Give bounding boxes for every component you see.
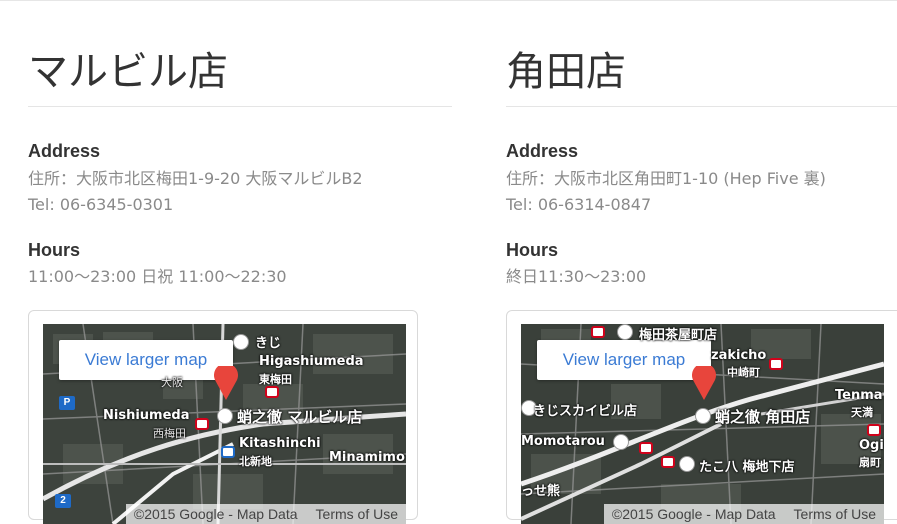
restaurant-icon [217, 408, 233, 424]
title-divider [28, 106, 452, 107]
map-place-label: Momotarou [521, 434, 605, 449]
store-title: 角田店 [506, 49, 626, 95]
map-attribution: ©2015 Google - Map Data Terms of Use [603, 504, 884, 524]
map-place-label: Kitashinchi [239, 436, 321, 451]
view-larger-map-link[interactable]: View larger map [537, 340, 711, 380]
view-larger-map-link[interactable]: View larger map [59, 340, 233, 380]
hours-text: 終日11:30〜23:00 [506, 267, 647, 286]
hours-text: 11:00〜23:00 日祝 11:00〜22:30 [28, 267, 287, 286]
address-text: 住所：大阪市北区角田町1-10 (Hep Five 裏) [506, 169, 826, 188]
map-place-label: 梅田茶屋町店 [639, 328, 718, 343]
map-place-label: 扇町 [859, 456, 881, 469]
restaurant-icon [679, 456, 695, 472]
subway-icon [221, 446, 235, 458]
restaurant-icon [613, 434, 629, 450]
map-place-label: 北新地 [239, 455, 272, 468]
map-place-label: Higashiumeda [259, 354, 364, 369]
map-place-label: 天満 [851, 406, 873, 419]
map-marker-label: 蛸之徹 マルビル店 [237, 408, 363, 426]
restaurant-icon [233, 334, 249, 350]
rail-station-icon [195, 418, 209, 430]
map-place-label: Ogi [859, 438, 884, 453]
address-text: 住所：大阪市北区梅田1-9-20 大阪マルビルB2 [28, 169, 363, 188]
tel-text: Tel: 06-6314-0847 [506, 195, 652, 214]
map-place-label: たこ八 梅地下店 [699, 460, 795, 475]
map-place-label: きじスカイビル店 [533, 404, 638, 419]
parking-icon: P [59, 396, 75, 410]
map-marker-label: 蛸之徹 角田店 [715, 408, 811, 426]
tel-text: Tel: 06-6345-0301 [28, 195, 174, 214]
rail-station-icon [591, 326, 605, 338]
map-place-label: きじ [255, 336, 282, 351]
rail-station-icon [639, 442, 653, 454]
route-badge: 2 [55, 494, 71, 508]
map-place-label: zakicho [711, 348, 767, 363]
address-label: Address [28, 141, 101, 161]
map-place-label: 中崎町 [727, 366, 760, 379]
map-place-label: っせ熊 [521, 484, 561, 499]
hours-label: Hours [506, 240, 559, 260]
restaurant-icon [617, 324, 633, 340]
rail-station-icon [867, 424, 881, 436]
address-label: Address [506, 141, 579, 161]
store-title: マルビル店 [28, 49, 228, 95]
map-copyright: ©2015 Google - Map Data [611, 506, 776, 522]
map-card: View larger map 梅田茶屋町店 zakicho 中崎町 きじスカイ… [506, 310, 897, 524]
rail-station-icon [265, 386, 279, 398]
map-place-label: 東梅田 [259, 373, 292, 386]
rail-station-icon [769, 358, 783, 370]
map-card: View larger map きじ Higashiumeda 東梅田 大阪 P… [28, 310, 418, 524]
map-place-label: Tenma [835, 388, 883, 403]
hours-label: Hours [28, 240, 81, 260]
map-place-label: Nishiumeda [103, 408, 190, 423]
restaurant-icon [695, 408, 711, 424]
title-divider [506, 106, 897, 107]
rail-station-icon [661, 456, 675, 468]
location-pin-icon [692, 366, 716, 400]
map-attribution: ©2015 Google - Map Data Terms of Use [125, 504, 406, 524]
map-copyright: ©2015 Google - Map Data [133, 506, 298, 522]
google-map[interactable]: View larger map きじ Higashiumeda 東梅田 大阪 P… [43, 324, 406, 524]
location-pin-icon [214, 366, 238, 400]
map-place-label: Minamimo [329, 450, 405, 465]
map-place-label: 大阪 [161, 376, 183, 389]
terms-of-use-link[interactable]: Terms of Use [794, 504, 876, 524]
terms-of-use-link[interactable]: Terms of Use [316, 504, 398, 524]
map-place-label: 西梅田 [153, 427, 186, 440]
top-divider [0, 0, 897, 1]
google-map[interactable]: View larger map 梅田茶屋町店 zakicho 中崎町 きじスカイ… [521, 324, 884, 524]
